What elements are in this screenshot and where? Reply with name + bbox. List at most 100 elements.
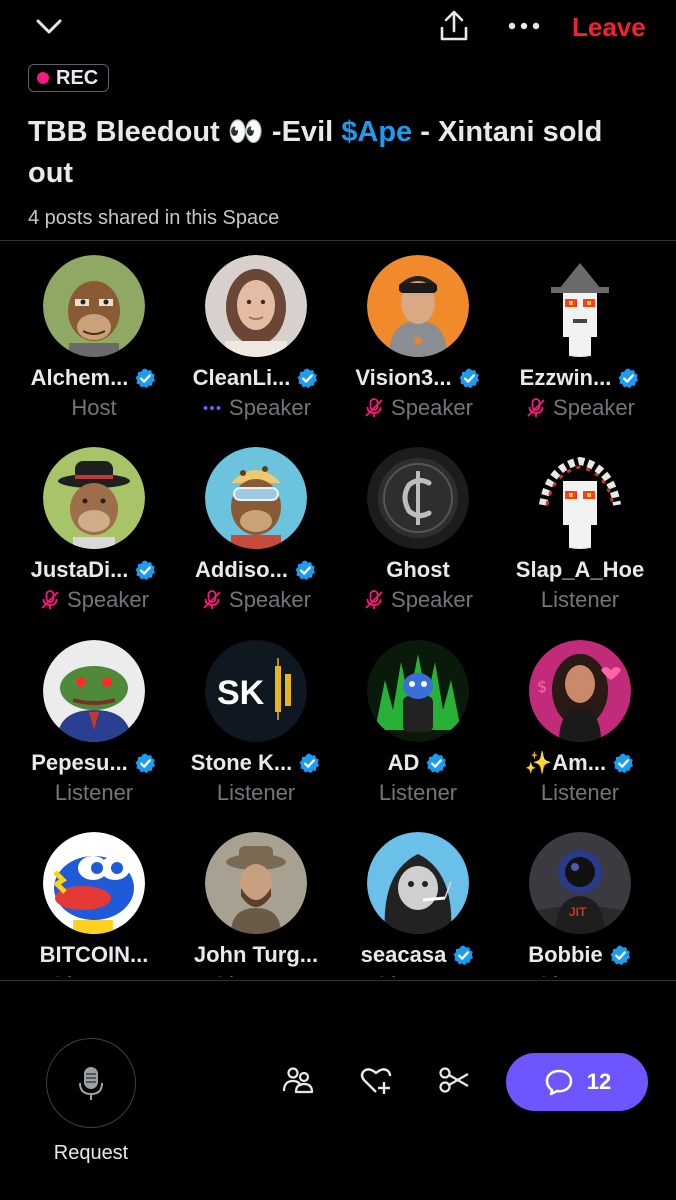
participant-name: John Turg... [193, 942, 319, 967]
participant-name-row: John Turg... [175, 942, 337, 968]
avatar[interactable] [367, 832, 469, 934]
participant-card[interactable]: Alchem... Host [13, 255, 175, 445]
pixel-headdress-icon [529, 447, 631, 549]
people-icon [282, 1067, 314, 1094]
participant-role: Listener [55, 972, 133, 977]
space-title-text: TBB Bleedout 👀 -Evil [28, 116, 342, 148]
participant-role: Speaker [553, 395, 635, 420]
verified-badge-icon [453, 944, 474, 965]
participant-name-row: Pepesu... [13, 750, 175, 776]
posts-shared-link[interactable]: 4 posts shared in this Space [28, 207, 279, 230]
man-hat-photo-icon [205, 832, 307, 934]
avatar[interactable] [367, 640, 469, 742]
participant-name: CleanLi... [192, 365, 291, 390]
avatar[interactable] [367, 255, 469, 357]
avatar[interactable] [43, 255, 145, 357]
participant-card[interactable]: BITCOIN... Listener [13, 832, 175, 977]
participant-role-row: Speaker [499, 395, 661, 421]
svg-text:JIT: JIT [569, 905, 587, 919]
participant-name: Ghost [386, 557, 450, 582]
goggles-ape-icon [205, 447, 307, 549]
participant-card[interactable]: seacasa Listener [337, 832, 499, 977]
avatar[interactable] [205, 255, 307, 357]
participant-name: Addiso... [195, 557, 288, 582]
participant-name-row: Alchem... [13, 365, 175, 391]
mic-muted-icon [527, 398, 545, 417]
participant-name-row: Ezzwin... [499, 365, 661, 391]
participant-card[interactable]: JIT Bobbie Listener [499, 832, 661, 977]
avatar[interactable]: JIT [529, 832, 631, 934]
more-options-icon[interactable] [504, 14, 544, 38]
avatar[interactable]: SK [205, 640, 307, 742]
avatar[interactable] [205, 447, 307, 549]
participant-card[interactable]: JustaDi... Speaker [13, 447, 175, 637]
participant-role: Listener [217, 972, 295, 977]
participant-card[interactable]: SK Stone K... Listener [175, 640, 337, 830]
cashtag-link[interactable]: $Ape [341, 116, 412, 148]
avatar[interactable] [43, 640, 145, 742]
recording-badge: REC [28, 64, 110, 92]
participant-card[interactable]: Ghost Speaker [337, 447, 499, 637]
avatar[interactable] [529, 255, 631, 357]
comment-bubble-icon [545, 1069, 572, 1096]
participant-name: Alchem... [30, 365, 129, 390]
avatar[interactable] [43, 447, 145, 549]
participant-card[interactable]: Pepesu... Listener [13, 640, 175, 830]
leave-button[interactable]: Leave [572, 12, 646, 43]
request-label: Request [53, 1142, 129, 1164]
microphone-icon [79, 1067, 103, 1100]
participant-role-row: Speaker [13, 587, 175, 613]
verified-badge-icon [613, 752, 634, 773]
participant-role: Listener [541, 972, 619, 977]
recording-label: REC [56, 66, 99, 89]
recording-dot-icon [37, 72, 49, 84]
participant-role-row: Listener [499, 972, 661, 977]
participant-card[interactable]: CleanLi... Speaker [175, 255, 337, 445]
participant-role: Host [71, 395, 117, 420]
participant-role-row: Listener [175, 972, 337, 977]
react-button[interactable] [358, 1062, 394, 1098]
participant-role: Speaker [67, 587, 149, 612]
participant-role: Listener [540, 587, 620, 612]
participant-name-row: ✨Am... [499, 750, 661, 776]
participant-card[interactable]: Addiso... Speaker [175, 447, 337, 637]
verified-badge-icon [135, 367, 156, 388]
avatar[interactable]: $ [529, 640, 631, 742]
people-button[interactable] [280, 1062, 316, 1098]
participant-role-row: Listener [499, 587, 661, 613]
request-mic-button[interactable] [46, 1038, 136, 1128]
participant-role-row: Listener [337, 972, 499, 977]
participant-role-row: Host [13, 395, 175, 421]
woman-pink-icon: $ [529, 640, 631, 742]
mic-muted-icon [365, 590, 383, 609]
chevron-down-icon[interactable] [34, 12, 64, 42]
avatar[interactable] [43, 832, 145, 934]
participant-name: BITCOIN... [39, 942, 149, 967]
participant-role: Speaker [229, 395, 311, 420]
verified-badge-icon [297, 367, 318, 388]
participant-card[interactable]: $ ✨Am... Listener [499, 640, 661, 830]
avatar[interactable] [529, 447, 631, 549]
clip-button[interactable] [436, 1062, 472, 1098]
participant-card[interactable]: Ezzwin... Speaker [499, 255, 661, 445]
avatar[interactable] [205, 832, 307, 934]
space-title: TBB Bleedout 👀 -Evil $Ape - Xintani sold… [28, 112, 648, 194]
verified-badge-icon [618, 367, 639, 388]
participant-card[interactable]: Slap_A_Hoe Listener [499, 447, 661, 637]
bored-ape-icon [43, 255, 145, 357]
comments-button[interactable]: 12 [506, 1053, 648, 1111]
avatar[interactable] [367, 447, 469, 549]
participant-name-row: Ghost [337, 557, 499, 583]
participant-card[interactable]: John Turg... Listener [175, 832, 337, 977]
participant-role-row: Listener [13, 780, 175, 806]
share-icon[interactable] [436, 8, 472, 44]
pixel-wizard-icon [529, 255, 631, 357]
sk-logo-icon: SK [205, 640, 307, 742]
woman-photo-icon [205, 255, 307, 357]
ghost-coin-icon [367, 447, 469, 549]
participant-card[interactable]: Vision3... Speaker [337, 255, 499, 445]
participant-role: Listener [378, 780, 458, 805]
participant-card[interactable]: AD Listener [337, 640, 499, 830]
blue-pepe-icon [43, 832, 145, 934]
participant-name: seacasa [360, 942, 447, 967]
